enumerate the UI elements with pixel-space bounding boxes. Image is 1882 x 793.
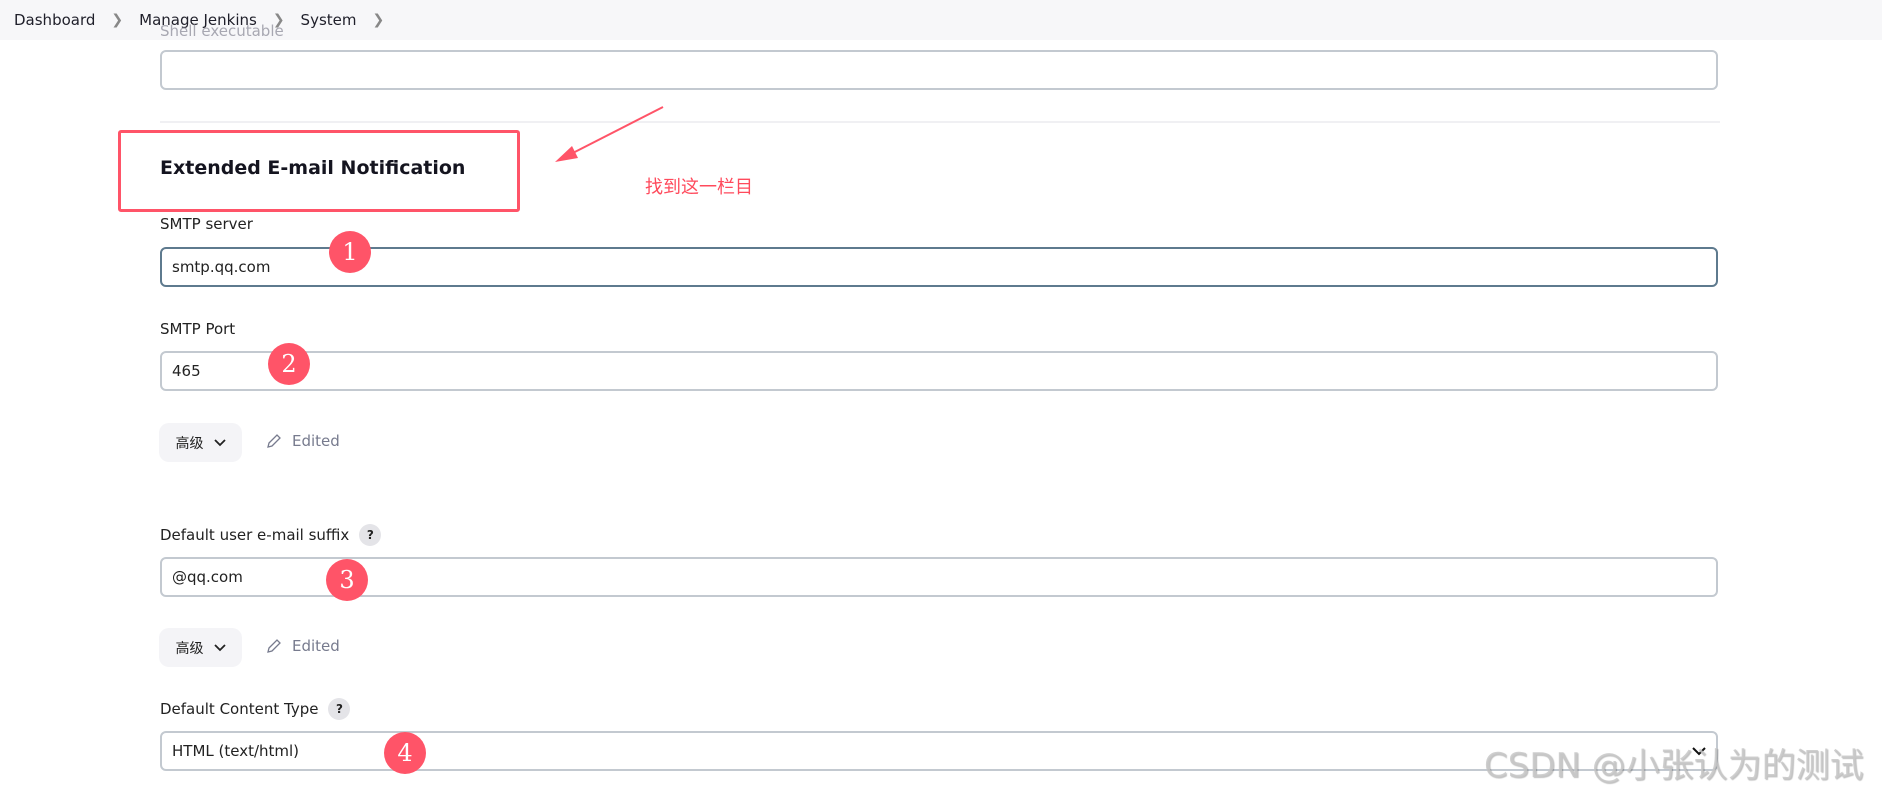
help-icon[interactable]: ? (359, 524, 382, 546)
edited-indicator: Edited (266, 432, 340, 450)
edited-indicator-2: Edited (266, 637, 340, 655)
advanced-label: 高级 (175, 640, 204, 657)
annotation-marker-3: 3 (326, 559, 368, 601)
content-type-label: Default Content Type ? (160, 698, 351, 720)
email-suffix-label: Default user e-mail suffix ? (160, 524, 382, 546)
shell-executable-label: Shell executable (160, 22, 284, 40)
smtp-port-label: SMTP Port (160, 320, 236, 338)
smtp-port-input[interactable]: 465 (160, 351, 1718, 391)
breadcrumb-dashboard[interactable]: Dashboard (14, 11, 95, 29)
help-icon[interactable]: ? (328, 698, 351, 720)
email-suffix-label-text: Default user e-mail suffix (160, 526, 350, 544)
section-title: Extended E-mail Notification (160, 157, 466, 179)
edited-text: Edited (292, 432, 340, 450)
annotation-arrow-icon (555, 106, 664, 162)
email-suffix-input[interactable]: @qq.com (160, 557, 1718, 597)
annotation-marker-4: 4 (384, 732, 426, 774)
pencil-icon (267, 639, 281, 653)
smtp-server-label: SMTP server (160, 215, 253, 233)
chevron-right-icon: ❯ (111, 12, 124, 28)
advanced-button[interactable]: 高级 (159, 423, 242, 462)
edited-text: Edited (292, 637, 340, 655)
annotation-marker-2: 2 (268, 343, 310, 385)
watermark: CSDN @小张认为的测试 (1484, 746, 1864, 786)
annotation-marker-1: 1 (329, 231, 371, 273)
pencil-icon (267, 434, 281, 448)
chevron-right-icon[interactable]: ❯ (372, 12, 384, 28)
breadcrumb-system[interactable]: System (301, 11, 357, 29)
advanced-label: 高级 (175, 435, 204, 452)
content-type-label-text: Default Content Type (160, 700, 319, 718)
content-type-selected: HTML (text/html) (172, 742, 300, 760)
shell-executable-input[interactable] (160, 50, 1718, 90)
chevron-down-icon (213, 643, 226, 651)
section-divider (160, 121, 1720, 123)
smtp-server-input[interactable]: smtp.qq.com (160, 247, 1718, 287)
annotation-note: 找到这一栏目 (645, 177, 753, 198)
advanced-button-2[interactable]: 高级 (159, 628, 242, 667)
chevron-down-icon (213, 438, 226, 446)
